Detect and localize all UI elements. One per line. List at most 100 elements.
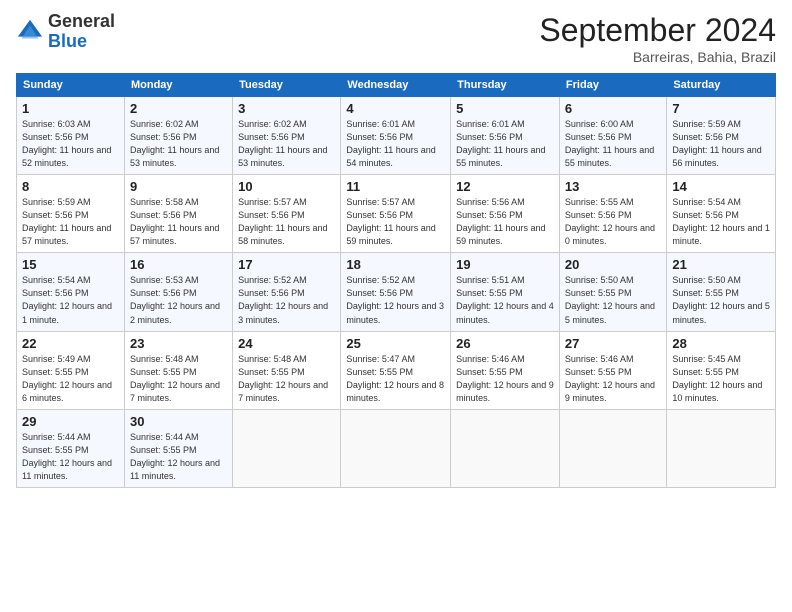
day-info: Sunrise: 5:57 AM Sunset: 5:56 PM Dayligh… <box>238 196 335 248</box>
day-info: Sunrise: 5:54 AM Sunset: 5:56 PM Dayligh… <box>672 196 770 248</box>
day-info: Sunrise: 5:57 AM Sunset: 5:56 PM Dayligh… <box>346 196 445 248</box>
weekday-header-cell: Saturday <box>667 74 776 97</box>
day-number: 2 <box>130 101 227 116</box>
calendar-day-cell: 16 Sunrise: 5:53 AM Sunset: 5:56 PM Dayli… <box>124 253 232 331</box>
day-info: Sunrise: 6:02 AM Sunset: 5:56 PM Dayligh… <box>130 118 227 170</box>
day-info: Sunrise: 5:50 AM Sunset: 5:55 PM Dayligh… <box>672 274 770 326</box>
day-info: Sunrise: 5:50 AM Sunset: 5:55 PM Dayligh… <box>565 274 661 326</box>
day-number: 5 <box>456 101 554 116</box>
weekday-header-cell: Sunday <box>17 74 125 97</box>
day-info: Sunrise: 5:54 AM Sunset: 5:56 PM Dayligh… <box>22 274 119 326</box>
day-number: 11 <box>346 179 445 194</box>
day-info: Sunrise: 5:53 AM Sunset: 5:56 PM Dayligh… <box>130 274 227 326</box>
calendar-day-cell: 12Sunrise: 5:56 AM Sunset: 5:56 PM Dayli… <box>451 175 560 253</box>
day-info: Sunrise: 6:01 AM Sunset: 5:56 PM Dayligh… <box>346 118 445 170</box>
calendar-day-cell: 23 Sunrise: 5:48 AM Sunset: 5:55 PM Dayli… <box>124 331 232 409</box>
calendar-day-cell: 3Sunrise: 6:02 AM Sunset: 5:56 PM Daylig… <box>233 97 341 175</box>
location: Barreiras, Bahia, Brazil <box>539 49 776 65</box>
day-info: Sunrise: 5:51 AM Sunset: 5:55 PM Dayligh… <box>456 274 554 326</box>
calendar-day-cell: 10 Sunrise: 5:57 AM Sunset: 5:56 PM Dayli… <box>233 175 341 253</box>
weekday-header: SundayMondayTuesdayWednesdayThursdayFrid… <box>17 74 776 97</box>
day-info: Sunrise: 5:55 AM Sunset: 5:56 PM Dayligh… <box>565 196 661 248</box>
header: General Blue September 2024 Barreiras, B… <box>16 12 776 65</box>
day-number: 27 <box>565 336 661 351</box>
day-number: 29 <box>22 414 119 429</box>
day-info: Sunrise: 5:58 AM Sunset: 5:56 PM Dayligh… <box>130 196 227 248</box>
day-info: Sunrise: 5:44 AM Sunset: 5:55 PM Dayligh… <box>130 431 227 483</box>
day-info: Sunrise: 5:46 AM Sunset: 5:55 PM Dayligh… <box>456 353 554 405</box>
calendar-day-cell <box>341 409 451 487</box>
day-number: 8 <box>22 179 119 194</box>
day-number: 17 <box>238 257 335 272</box>
logo: General Blue <box>16 12 115 52</box>
logo-general: General <box>48 11 115 31</box>
day-info: Sunrise: 5:59 AM Sunset: 5:56 PM Dayligh… <box>22 196 119 248</box>
calendar-week-row: 15 Sunrise: 5:54 AM Sunset: 5:56 PM Dayli… <box>17 253 776 331</box>
day-info: Sunrise: 5:45 AM Sunset: 5:55 PM Dayligh… <box>672 353 770 405</box>
calendar-day-cell: 11 Sunrise: 5:57 AM Sunset: 5:56 PM Dayli… <box>341 175 451 253</box>
calendar-day-cell: 25 Sunrise: 5:47 AM Sunset: 5:55 PM Dayli… <box>341 331 451 409</box>
day-info: Sunrise: 5:52 AM Sunset: 5:56 PM Dayligh… <box>238 274 335 326</box>
calendar-day-cell: 9 Sunrise: 5:58 AM Sunset: 5:56 PM Daylig… <box>124 175 232 253</box>
calendar-day-cell: 22 Sunrise: 5:49 AM Sunset: 5:55 PM Dayli… <box>17 331 125 409</box>
day-number: 7 <box>672 101 770 116</box>
calendar-day-cell: 13Sunrise: 5:55 AM Sunset: 5:56 PM Dayli… <box>559 175 666 253</box>
calendar-day-cell: 8 Sunrise: 5:59 AM Sunset: 5:56 PM Daylig… <box>17 175 125 253</box>
day-info: Sunrise: 5:59 AM Sunset: 5:56 PM Dayligh… <box>672 118 770 170</box>
day-info: Sunrise: 5:44 AM Sunset: 5:55 PM Dayligh… <box>22 431 119 483</box>
day-number: 4 <box>346 101 445 116</box>
calendar-week-row: 8 Sunrise: 5:59 AM Sunset: 5:56 PM Daylig… <box>17 175 776 253</box>
day-number: 23 <box>130 336 227 351</box>
weekday-header-cell: Tuesday <box>233 74 341 97</box>
day-info: Sunrise: 5:48 AM Sunset: 5:55 PM Dayligh… <box>238 353 335 405</box>
calendar-day-cell: 21Sunrise: 5:50 AM Sunset: 5:55 PM Dayli… <box>667 253 776 331</box>
day-info: Sunrise: 6:01 AM Sunset: 5:56 PM Dayligh… <box>456 118 554 170</box>
day-number: 20 <box>565 257 661 272</box>
calendar-week-row: 1 Sunrise: 6:03 AM Sunset: 5:56 PM Daylig… <box>17 97 776 175</box>
page: General Blue September 2024 Barreiras, B… <box>0 0 792 612</box>
calendar-week-row: 22 Sunrise: 5:49 AM Sunset: 5:55 PM Dayli… <box>17 331 776 409</box>
day-info: Sunrise: 5:46 AM Sunset: 5:55 PM Dayligh… <box>565 353 661 405</box>
logo-text: General Blue <box>48 12 115 52</box>
calendar-day-cell: 18Sunrise: 5:52 AM Sunset: 5:56 PM Dayli… <box>341 253 451 331</box>
month-title: September 2024 <box>539 12 776 49</box>
calendar-day-cell: 5 Sunrise: 6:01 AM Sunset: 5:56 PM Daylig… <box>451 97 560 175</box>
weekday-header-cell: Thursday <box>451 74 560 97</box>
calendar-day-cell: 26 Sunrise: 5:46 AM Sunset: 5:55 PM Dayli… <box>451 331 560 409</box>
day-number: 15 <box>22 257 119 272</box>
day-number: 9 <box>130 179 227 194</box>
day-number: 30 <box>130 414 227 429</box>
calendar-day-cell: 27 Sunrise: 5:46 AM Sunset: 5:55 PM Dayli… <box>559 331 666 409</box>
calendar-body: 1 Sunrise: 6:03 AM Sunset: 5:56 PM Daylig… <box>17 97 776 488</box>
weekday-header-cell: Monday <box>124 74 232 97</box>
calendar-day-cell <box>667 409 776 487</box>
title-block: September 2024 Barreiras, Bahia, Brazil <box>539 12 776 65</box>
calendar-table: SundayMondayTuesdayWednesdayThursdayFrid… <box>16 73 776 488</box>
calendar-day-cell: 7 Sunrise: 5:59 AM Sunset: 5:56 PM Daylig… <box>667 97 776 175</box>
day-number: 10 <box>238 179 335 194</box>
day-info: Sunrise: 6:00 AM Sunset: 5:56 PM Dayligh… <box>565 118 661 170</box>
calendar-day-cell: 29 Sunrise: 5:44 AM Sunset: 5:55 PM Dayli… <box>17 409 125 487</box>
day-number: 28 <box>672 336 770 351</box>
day-info: Sunrise: 5:56 AM Sunset: 5:56 PM Dayligh… <box>456 196 554 248</box>
calendar-day-cell <box>233 409 341 487</box>
day-number: 1 <box>22 101 119 116</box>
weekday-header-cell: Friday <box>559 74 666 97</box>
calendar-day-cell: 14 Sunrise: 5:54 AM Sunset: 5:56 PM Dayli… <box>667 175 776 253</box>
calendar-day-cell: 17 Sunrise: 5:52 AM Sunset: 5:56 PM Dayli… <box>233 253 341 331</box>
day-number: 25 <box>346 336 445 351</box>
day-number: 14 <box>672 179 770 194</box>
calendar-day-cell: 2 Sunrise: 6:02 AM Sunset: 5:56 PM Daylig… <box>124 97 232 175</box>
day-info: Sunrise: 6:03 AM Sunset: 5:56 PM Dayligh… <box>22 118 119 170</box>
day-number: 26 <box>456 336 554 351</box>
day-number: 16 <box>130 257 227 272</box>
day-info: Sunrise: 5:48 AM Sunset: 5:55 PM Dayligh… <box>130 353 227 405</box>
day-number: 22 <box>22 336 119 351</box>
calendar-day-cell: 28 Sunrise: 5:45 AM Sunset: 5:55 PM Dayli… <box>667 331 776 409</box>
calendar-day-cell: 30 Sunrise: 5:44 AM Sunset: 5:55 PM Dayli… <box>124 409 232 487</box>
day-info: Sunrise: 5:47 AM Sunset: 5:55 PM Dayligh… <box>346 353 445 405</box>
day-number: 18 <box>346 257 445 272</box>
calendar-day-cell <box>559 409 666 487</box>
calendar-day-cell: 6Sunrise: 6:00 AM Sunset: 5:56 PM Daylig… <box>559 97 666 175</box>
day-info: Sunrise: 5:49 AM Sunset: 5:55 PM Dayligh… <box>22 353 119 405</box>
